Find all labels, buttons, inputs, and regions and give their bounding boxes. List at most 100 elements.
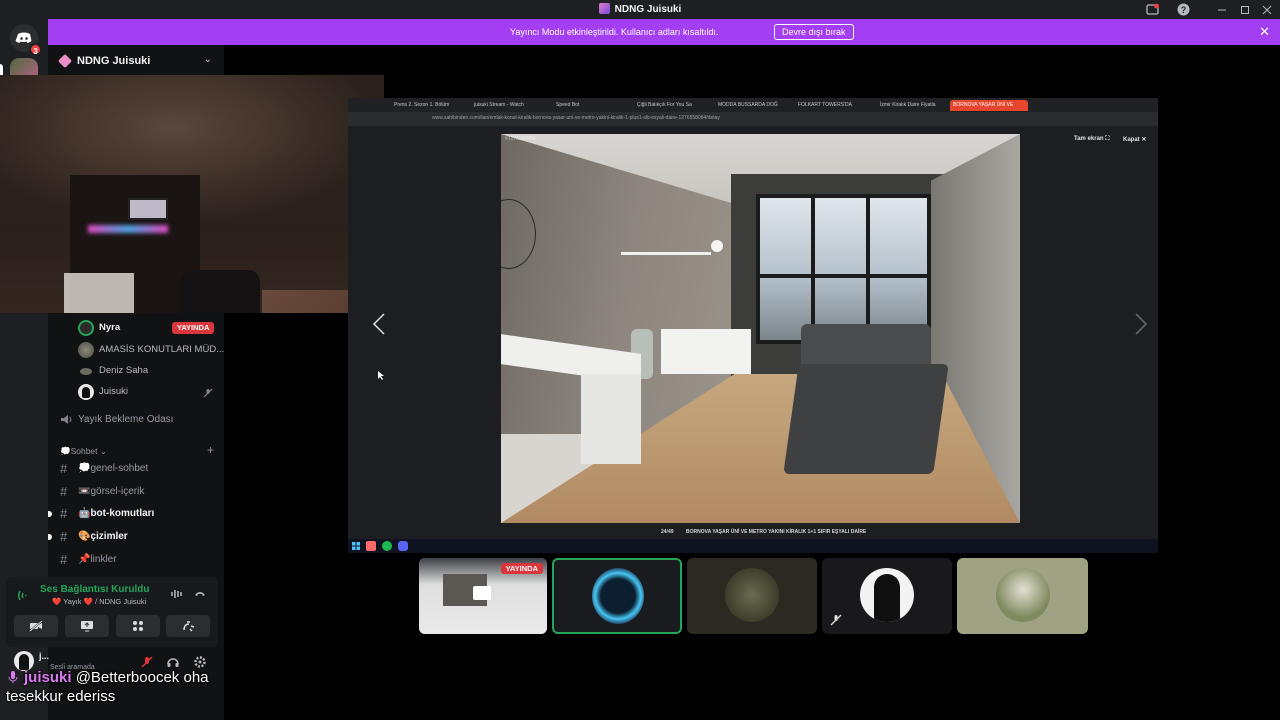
streamer-mode-banner: Yayıncı Modu etkinleştirildi. Kullanıcı … xyxy=(48,19,1280,45)
discord-taskbar-icon[interactable] xyxy=(398,541,408,551)
activities-button[interactable] xyxy=(116,615,160,637)
live-badge: YAYINDA xyxy=(500,563,543,574)
mic-muted-icon[interactable] xyxy=(140,655,154,669)
browser-tab[interactable]: MODDA BUSSARDA DOĞ xyxy=(718,100,790,111)
server-header[interactable]: NDNG Juisuki ⌄ xyxy=(48,45,224,77)
camera-button[interactable] xyxy=(14,615,58,637)
banner-message: Yayıncı Modu etkinleştirildi. Kullanıcı … xyxy=(510,27,719,37)
server-boost-icon xyxy=(57,53,73,69)
channel-linkler[interactable]: # 📌linkler xyxy=(56,550,218,570)
browser-tab[interactable]: Speed Bot xyxy=(556,100,616,111)
tile-stream-preview[interactable]: YAYINDA xyxy=(419,558,547,634)
soundboard-icon xyxy=(183,621,195,632)
channel-bot-komutlari[interactable]: # 🤖bot-komutları xyxy=(48,504,218,524)
tile-participant-amasis[interactable] xyxy=(687,558,817,634)
browser-tab[interactable]: Prens 2. Sezon 1. Bölüm xyxy=(394,100,458,111)
browser-tab-active[interactable]: BORNOVA YAŞAR ÜNİ VE xyxy=(950,100,1028,111)
taskbar-app-icon[interactable] xyxy=(366,541,376,551)
browser-tab[interactable]: juisuki Stream - Watch xyxy=(474,100,538,111)
user-mic-icon xyxy=(8,671,18,683)
disconnect-icon[interactable] xyxy=(193,587,207,601)
browser-url-bar[interactable]: www.sahibinden.com/ilan/emlak-konut-kira… xyxy=(348,112,1158,126)
gallery-close-button[interactable]: Kapat ✕ xyxy=(1123,136,1146,143)
avatar xyxy=(592,568,644,624)
browser-tab[interactable]: Çiğli Balıkçık For You Sa xyxy=(637,100,707,111)
avatar xyxy=(996,568,1050,622)
category-name: 💭Sohbet ⌄ xyxy=(60,446,108,456)
tile-participant-juisuki[interactable] xyxy=(822,558,952,634)
user-name: j... xyxy=(39,651,50,661)
tile-participant-nyra[interactable] xyxy=(552,558,682,634)
channel-genel-sohbet[interactable]: # 💭genel-sohbet xyxy=(56,459,218,479)
browser-tab[interactable]: FOLKART TOWERS'DA xyxy=(798,100,870,111)
channel-name: 📌linkler xyxy=(78,554,117,565)
previous-photo-icon[interactable] xyxy=(372,312,386,336)
inbox-icon[interactable] xyxy=(1146,3,1159,16)
voice-user-name: Juisuki xyxy=(99,386,129,397)
avatar xyxy=(725,568,779,622)
settings-gear-icon[interactable] xyxy=(193,655,207,669)
speaker-icon xyxy=(61,415,72,424)
hash-icon: # xyxy=(60,529,68,544)
windows-taskbar xyxy=(348,539,1158,553)
chevron-down-icon: ⌄ xyxy=(203,54,212,65)
avatar xyxy=(78,384,94,400)
window-titlebar: NDNG Juisuki ? xyxy=(0,0,1280,19)
spotify-icon[interactable] xyxy=(382,541,392,551)
category-sohbet[interactable]: 💭Sohbet ⌄ + xyxy=(60,443,218,459)
screen-share-icon xyxy=(81,621,93,632)
voice-location: ❤️ Yayık ❤️ / NDNG Juisuki xyxy=(52,597,147,606)
muted-mic-icon xyxy=(830,614,842,626)
camera-off-icon xyxy=(29,620,43,632)
channel-name: 📼görsel-içerik xyxy=(78,486,145,497)
minimize-icon[interactable] xyxy=(1217,5,1227,15)
add-channel-icon[interactable]: + xyxy=(207,443,214,457)
voice-user-juisuki[interactable]: Juisuki xyxy=(78,384,218,402)
screen-share-button[interactable] xyxy=(65,615,109,637)
channel-name: 🤖bot-komutları xyxy=(78,508,155,519)
voice-user-nyra[interactable]: Nyra YAYINDA xyxy=(78,320,218,338)
avatar xyxy=(78,363,94,379)
voice-status: Ses Bağlantısı Kuruldu xyxy=(40,584,150,595)
channel-name: 💭genel-sohbet xyxy=(78,463,149,474)
hash-icon: # xyxy=(60,461,68,476)
photo-id: #1276558084 xyxy=(505,136,536,142)
maximize-icon[interactable] xyxy=(1240,5,1250,15)
hash-icon: # xyxy=(60,506,68,521)
browser-tab-strip: Prens 2. Sezon 1. Bölüm juisuki Stream -… xyxy=(348,98,1158,112)
webcam-overlay xyxy=(0,75,384,313)
help-icon[interactable]: ? xyxy=(1177,3,1190,16)
channel-gorsel-icerik[interactable]: # 📼görsel-içerik xyxy=(56,482,218,502)
close-window-icon[interactable] xyxy=(1262,5,1272,15)
soundboard-button[interactable] xyxy=(166,615,210,637)
voice-user-amasis[interactable]: AMASİS KONUTLARI MÜD... xyxy=(78,342,224,360)
channel-name: Yayık Bekleme Odası xyxy=(78,414,174,425)
channel-name: 🎨çizimler xyxy=(78,531,128,542)
headphones-icon[interactable] xyxy=(166,655,180,669)
tile-participant-deniz[interactable] xyxy=(957,558,1088,634)
avatar xyxy=(860,568,914,622)
activities-icon xyxy=(133,621,143,631)
noise-suppression-icon[interactable] xyxy=(170,587,184,601)
listing-photo: #1276558084 xyxy=(501,134,1020,523)
server-name: NDNG Juisuki xyxy=(77,55,151,67)
disable-streamer-mode-button[interactable]: Devre dışı bırak xyxy=(774,24,854,40)
hash-icon: # xyxy=(60,552,68,567)
avatar xyxy=(78,342,94,358)
signal-icon xyxy=(18,590,27,601)
voice-channel-waiting-room[interactable]: Yayık Bekleme Odası xyxy=(56,410,218,430)
shared-screen[interactable]: Prens 2. Sezon 1. Bölüm juisuki Stream -… xyxy=(348,98,1158,553)
voice-user-name: AMASİS KONUTLARI MÜD... xyxy=(99,344,225,355)
home-button[interactable]: 3 xyxy=(10,24,42,56)
url-text: www.sahibinden.com/ilan/emlak-konut-kira… xyxy=(432,115,720,121)
muted-mic-icon xyxy=(203,388,213,398)
svg-text:?: ? xyxy=(1181,5,1187,15)
browser-tab[interactable]: İzmir Kiralık Daire Fiyatla xyxy=(880,100,950,111)
next-photo-icon[interactable] xyxy=(1134,312,1148,336)
windows-start-icon[interactable] xyxy=(352,542,360,550)
fullscreen-button[interactable]: Tam ekran ⛶ xyxy=(1074,136,1109,143)
banner-close-icon[interactable]: ✕ xyxy=(1259,25,1270,39)
channel-cizimler[interactable]: # 🎨çizimler xyxy=(48,527,218,547)
voice-connection-panel: Ses Bağlantısı Kuruldu ❤️ Yayık ❤️ / NDN… xyxy=(6,577,218,647)
voice-user-deniz[interactable]: Deniz Saha xyxy=(78,363,218,381)
